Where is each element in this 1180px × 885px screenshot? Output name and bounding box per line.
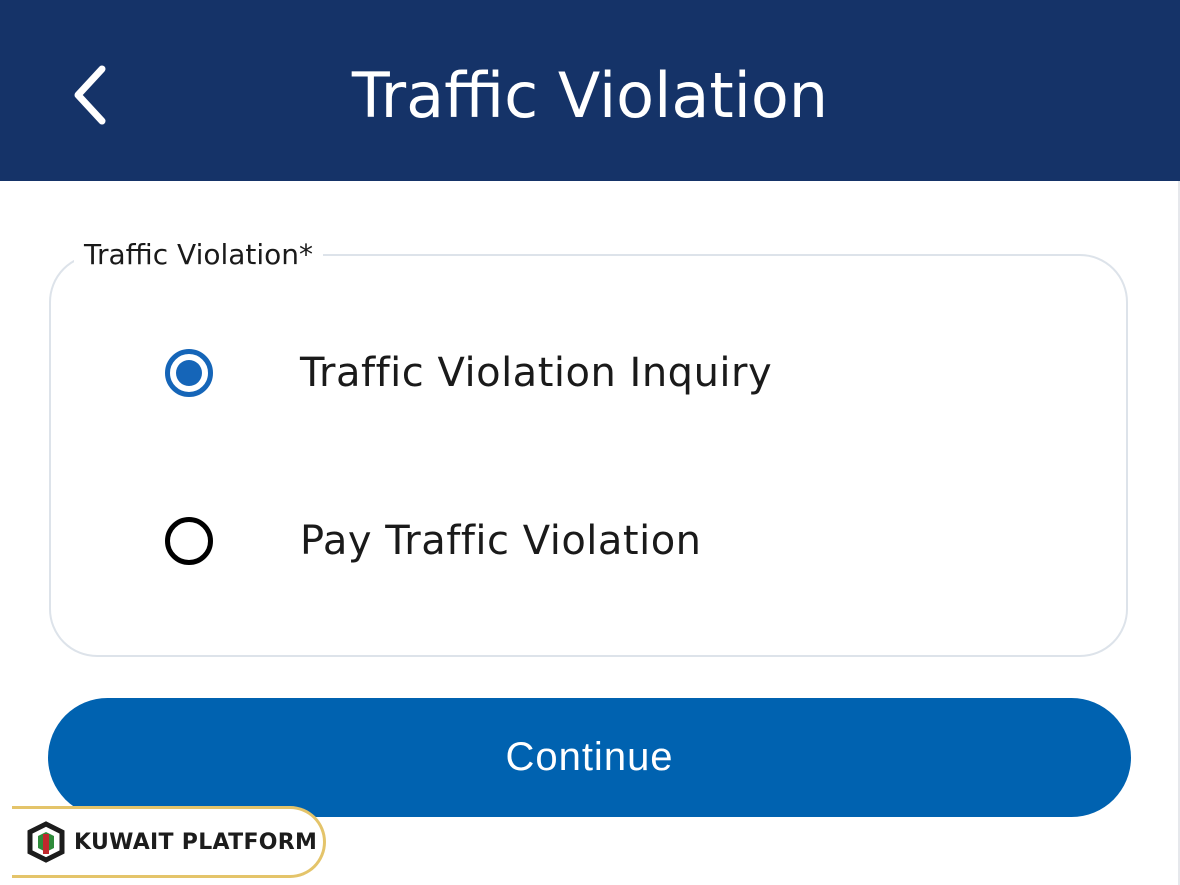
continue-button-label: Continue <box>505 735 674 779</box>
continue-button[interactable]: Continue <box>48 698 1131 817</box>
fieldset-legend: Traffic Violation* <box>74 236 324 274</box>
watermark-text: KUWAIT PLATFORM <box>74 829 318 855</box>
kuwait-platform-logo-icon <box>27 821 65 863</box>
app-header: Traffic Violation <box>0 0 1180 181</box>
radio-option-label: Traffic Violation Inquiry <box>300 350 773 396</box>
kuwait-platform-watermark: KUWAIT PLATFORM <box>12 806 326 878</box>
radio-option-inquiry[interactable]: Traffic Violation Inquiry <box>160 333 1060 413</box>
radio-option-pay[interactable]: Pay Traffic Violation <box>160 501 1060 581</box>
radio-unselected-icon[interactable] <box>165 517 213 565</box>
radio-option-label: Pay Traffic Violation <box>300 518 702 564</box>
violation-type-fieldset <box>49 254 1128 657</box>
page-title: Traffic Violation <box>351 59 829 132</box>
radio-selected-icon[interactable] <box>165 349 213 397</box>
